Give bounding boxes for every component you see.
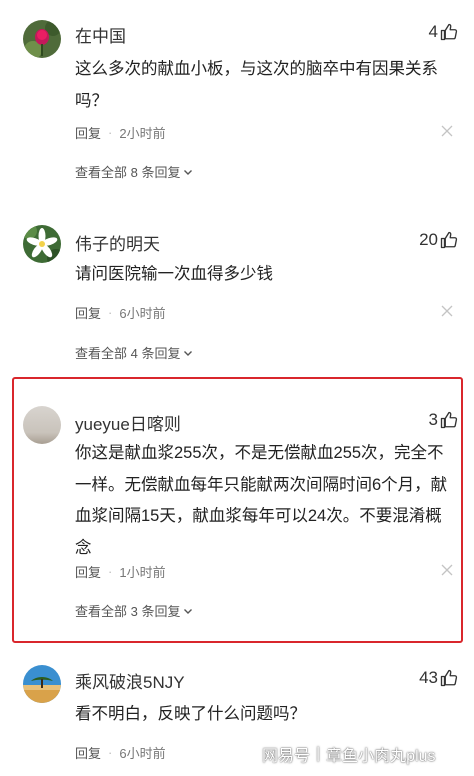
thumbs-up-icon [440,411,458,429]
avatar[interactable] [23,406,61,444]
comment-meta: 回复 · 6小时前 [75,743,166,762]
comment-meta: 回复 · 2小时前 [75,123,166,142]
thumbs-up-icon [440,23,458,41]
view-all-replies-link[interactable]: 查看全部 4 条回复 [75,343,193,362]
close-icon[interactable] [441,564,453,576]
comment-username[interactable]: 乘风破浪5NJY [75,668,185,693]
comment-username[interactable]: 伟子的明天 [75,230,160,255]
flower-avatar-icon [23,20,61,58]
comment-meta: 回复 · 1小时前 [75,562,166,581]
avatar[interactable] [23,20,61,58]
comment-text: 看不明白，反映了什么问题吗？ [75,705,306,723]
comment-text: 你这是献血浆255次，不是无偿献血255次，完全不一样。无偿献血每年只能献两次间… [75,444,448,557]
reply-button[interactable]: 回复 [75,123,101,142]
meta-separator: · [108,745,113,760]
view-replies-label: 查看全部 8 条回复 [75,165,181,180]
like-count: 43 [419,668,438,687]
reply-button[interactable]: 回复 [75,562,101,581]
watermark-separator: | [316,745,321,762]
view-all-replies-link[interactable]: 查看全部 3 条回复 [75,601,193,620]
view-all-replies-link[interactable]: 查看全部 8 条回复 [75,162,193,181]
watermark-author: 章鱼小肉丸plus [326,748,436,765]
reply-button[interactable]: 回复 [75,743,101,762]
comment-time: 2小时前 [119,126,166,141]
like-button[interactable]: 3 [429,410,458,430]
comment-time: 1小时前 [119,565,166,580]
meta-separator: · [108,125,113,140]
like-button[interactable]: 43 [419,668,458,688]
meta-separator: · [108,305,113,320]
close-icon[interactable] [441,305,453,317]
like-count: 3 [428,410,438,429]
watermark: 网易号 | 章鱼小肉丸plus [262,742,436,766]
thumbs-up-icon [440,231,458,249]
chevron-down-icon [184,608,193,614]
like-button[interactable]: 20 [419,230,458,250]
landscape-avatar-icon [23,665,61,703]
reply-button[interactable]: 回复 [75,303,101,322]
avatar[interactable] [23,225,61,263]
like-button[interactable]: 4 [429,22,458,42]
comment-username[interactable]: 在中国 [75,22,126,47]
avatar[interactable] [23,665,61,703]
grey-avatar-icon [23,406,61,444]
chevron-down-icon [184,350,193,356]
meta-separator: · [108,564,113,579]
view-replies-label: 查看全部 4 条回复 [75,346,181,361]
watermark-brand: 网易号 [262,748,311,765]
like-count: 4 [428,22,438,41]
view-replies-label: 查看全部 3 条回复 [75,604,181,619]
comment-time: 6小时前 [119,746,166,761]
comment-text: 这么多次的献血小板，与这次的脑卒中有因果关系吗？ [75,60,438,110]
close-icon[interactable] [441,125,453,137]
comment-text: 请问医院输一次血得多少钱 [75,265,273,283]
comment-username[interactable]: yueyue日喀则 [75,410,181,435]
white-flower-avatar-icon [23,225,61,263]
comment-time: 6小时前 [119,306,166,321]
like-count: 20 [419,230,438,249]
thumbs-up-icon [440,669,458,687]
comment-meta: 回复 · 6小时前 [75,303,166,322]
chevron-down-icon [184,169,193,175]
